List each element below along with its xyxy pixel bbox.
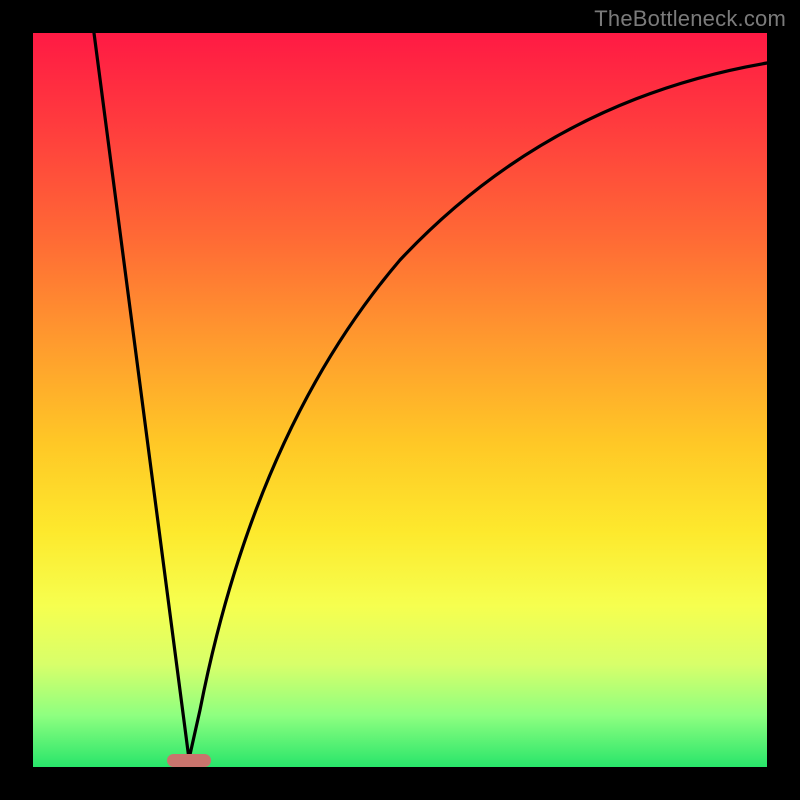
optimum-marker (167, 754, 211, 767)
gradient-plot-area (33, 33, 767, 767)
chart-frame: TheBottleneck.com (0, 0, 800, 800)
watermark-text: TheBottleneck.com (594, 6, 786, 32)
